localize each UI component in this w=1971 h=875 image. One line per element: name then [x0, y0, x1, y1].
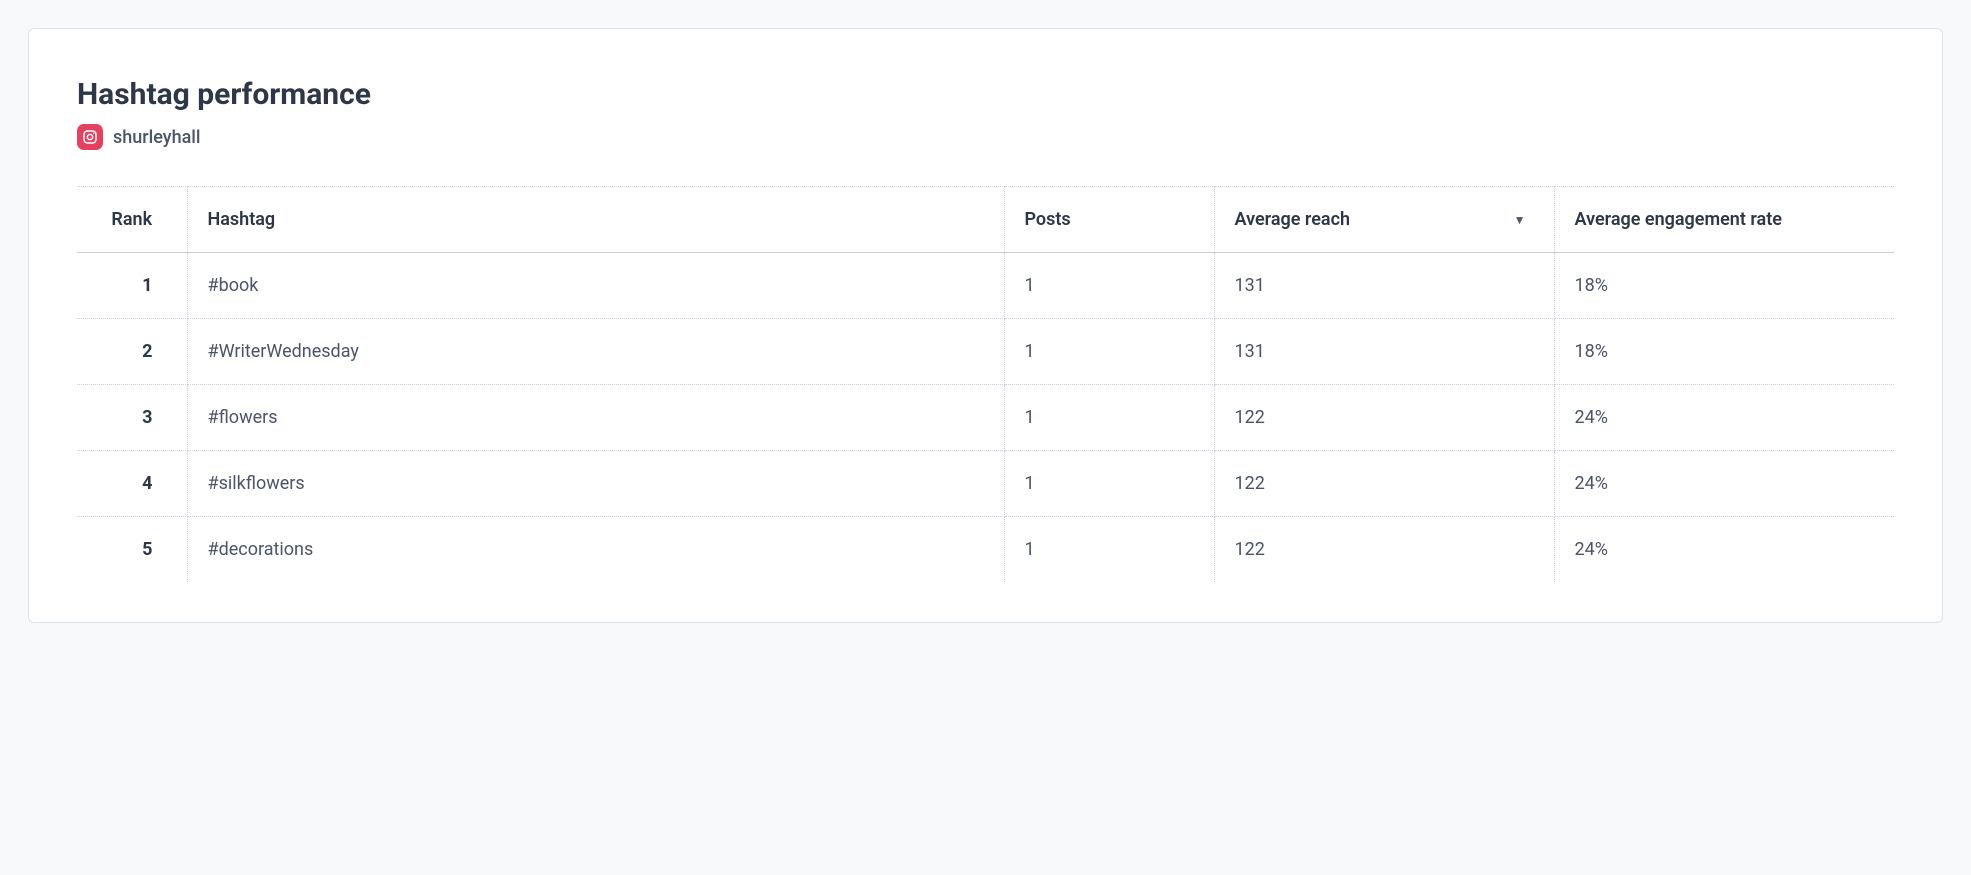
table-row: 2#WriterWednesday113118% — [77, 319, 1894, 385]
col-header-reach[interactable]: Average reach ▼ — [1214, 187, 1554, 253]
col-label: Posts — [1025, 209, 1071, 230]
cell-reach: 131 — [1214, 253, 1554, 319]
instagram-icon — [77, 124, 103, 150]
cell-posts: 1 — [1004, 319, 1214, 385]
col-label: Average reach — [1235, 209, 1351, 230]
table-header-row: Rank Hashtag Posts Average reach ▼ Avera… — [77, 187, 1894, 253]
cell-posts: 1 — [1004, 517, 1214, 583]
cell-rate: 18% — [1554, 253, 1894, 319]
cell-hashtag: #decorations — [187, 517, 1004, 583]
table-row: 4#silkflowers112224% — [77, 451, 1894, 517]
cell-hashtag: #book — [187, 253, 1004, 319]
col-label: Rank — [111, 209, 152, 230]
cell-rate: 24% — [1554, 451, 1894, 517]
cell-posts: 1 — [1004, 385, 1214, 451]
col-header-rank[interactable]: Rank — [77, 187, 187, 253]
cell-rank: 4 — [77, 451, 187, 517]
cell-reach: 122 — [1214, 451, 1554, 517]
cell-rate: 24% — [1554, 517, 1894, 583]
col-label: Hashtag — [208, 209, 276, 230]
cell-reach: 122 — [1214, 385, 1554, 451]
col-label: Average engagement rate — [1575, 209, 1782, 230]
col-header-rate[interactable]: Average engagement rate — [1554, 187, 1894, 253]
account-name: shurleyhall — [113, 127, 200, 148]
cell-rank: 5 — [77, 517, 187, 583]
cell-rank: 2 — [77, 319, 187, 385]
cell-rank: 1 — [77, 253, 187, 319]
table-row: 5#decorations112224% — [77, 517, 1894, 583]
card-title: Hashtag performance — [77, 77, 1894, 112]
cell-reach: 122 — [1214, 517, 1554, 583]
cell-hashtag: #flowers — [187, 385, 1004, 451]
cell-hashtag: #silkflowers — [187, 451, 1004, 517]
account-row: shurleyhall — [77, 124, 1894, 150]
table-row: 1#book113118% — [77, 253, 1894, 319]
cell-reach: 131 — [1214, 319, 1554, 385]
cell-posts: 1 — [1004, 451, 1214, 517]
cell-rate: 24% — [1554, 385, 1894, 451]
cell-hashtag: #WriterWednesday — [187, 319, 1004, 385]
cell-posts: 1 — [1004, 253, 1214, 319]
table-row: 3#flowers112224% — [77, 385, 1894, 451]
cell-rate: 18% — [1554, 319, 1894, 385]
sort-desc-icon: ▼ — [1514, 213, 1526, 227]
cell-rank: 3 — [77, 385, 187, 451]
hashtag-performance-card: Hashtag performance shurleyhall Rank Has… — [28, 28, 1943, 623]
hashtag-table: Rank Hashtag Posts Average reach ▼ Avera… — [77, 186, 1894, 582]
col-header-hashtag[interactable]: Hashtag — [187, 187, 1004, 253]
col-header-posts[interactable]: Posts — [1004, 187, 1214, 253]
